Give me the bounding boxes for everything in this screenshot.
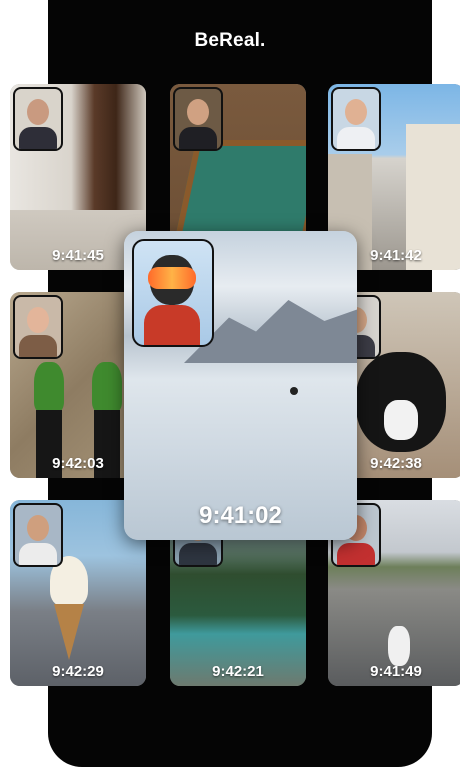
selfie-thumbnail	[173, 87, 223, 151]
selfie-thumbnail	[13, 295, 63, 359]
selfie-thumbnail	[132, 239, 214, 347]
app-logo: BeReal.	[194, 30, 266, 51]
post-time: 9:42:21	[212, 663, 264, 680]
selfie-thumbnail	[331, 87, 381, 151]
post-time: 9:42:29	[52, 663, 104, 680]
featured-post-time: 9:41:02	[199, 502, 282, 529]
post-time: 9:41:49	[370, 663, 422, 680]
selfie-thumbnail	[13, 503, 63, 567]
selfie-thumbnail	[13, 87, 63, 151]
featured-post[interactable]: 9:41:02	[124, 231, 357, 540]
